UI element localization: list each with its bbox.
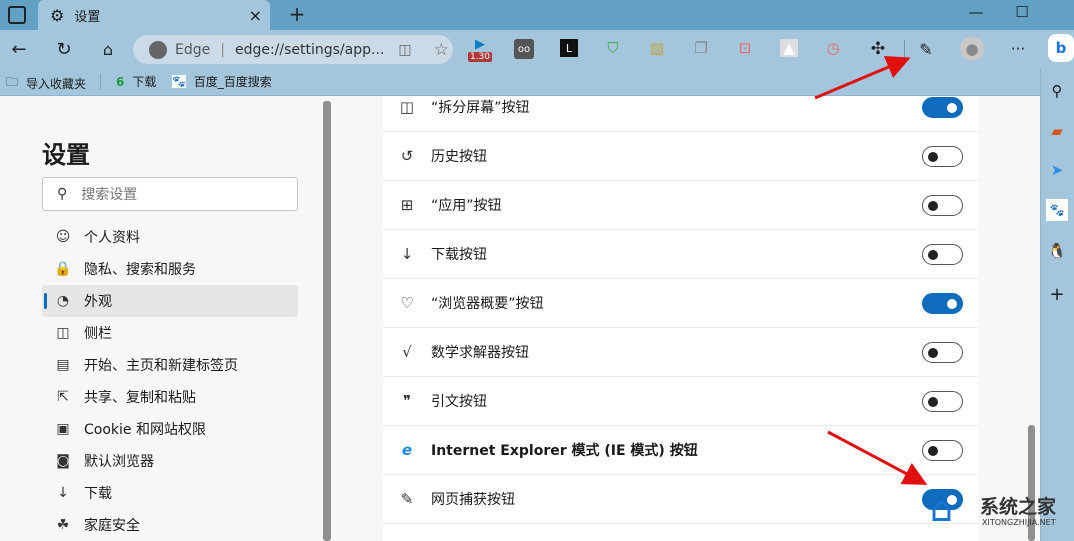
red-arrow (827, 430, 928, 485)
annotation-arrows (814, 55, 928, 485)
watermark-logo: ⌂ 系统之家 XITONGZHIJIA.NET (930, 488, 1070, 538)
watermark-url: XITONGZHIJIA.NET (982, 518, 1056, 527)
red-arrow (814, 55, 911, 100)
watermark-name: 系统之家 (980, 496, 1057, 518)
house-logo-icon: ⌂ (930, 489, 953, 530)
